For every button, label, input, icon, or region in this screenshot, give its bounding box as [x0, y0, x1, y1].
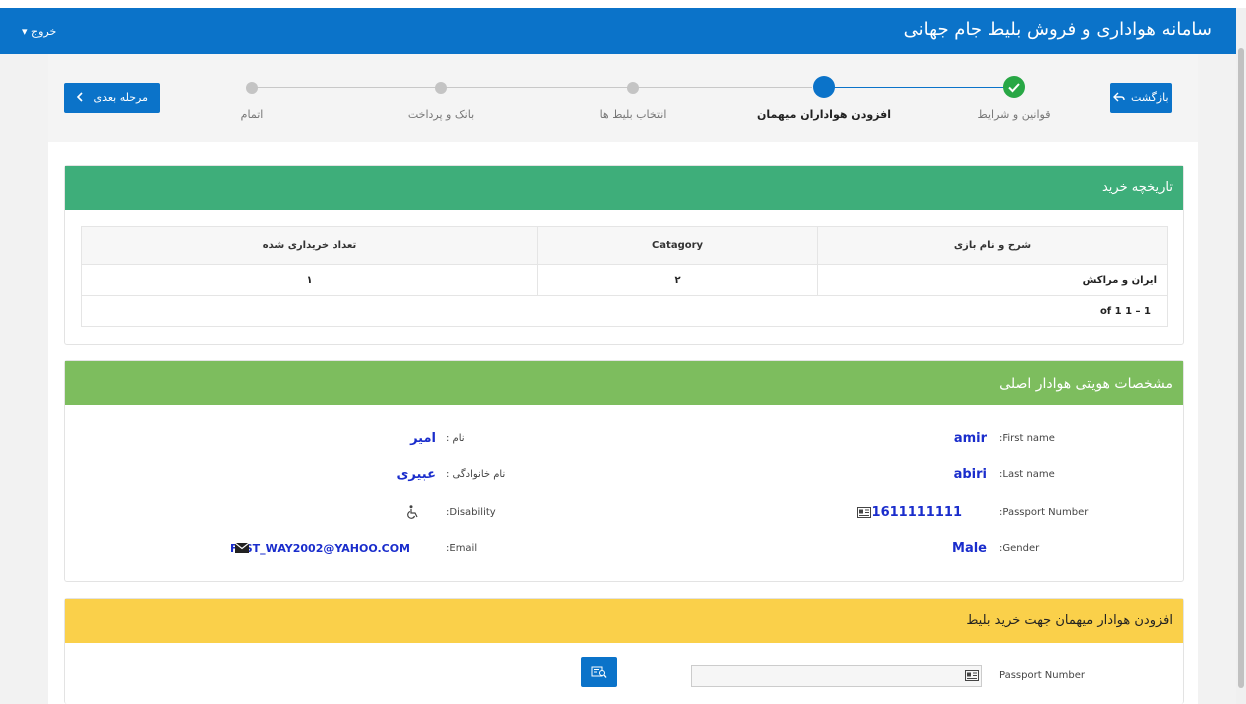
column-header-game[interactable]: شرح و نام بازی	[817, 226, 1168, 265]
email-label: :Email	[446, 543, 478, 554]
wheelchair-icon	[407, 505, 418, 519]
reply-icon	[1113, 92, 1126, 102]
add-guest-title: افزودن هوادار میهمان جهت خرید بلیط	[65, 599, 1183, 643]
id-card-icon	[857, 507, 871, 518]
identity-title: مشخصات هویتی هوادار اصلی	[65, 361, 1183, 405]
family-fa-label: نام خانوادگی :	[446, 469, 506, 480]
next-step-label: مرحله بعدی	[93, 91, 149, 104]
column-header-category[interactable]: Catagory	[537, 226, 818, 265]
app-header: سامانه هواداری و فروش بلیط جام جهانی خرو…	[0, 8, 1236, 54]
name-fa-value: امیر	[410, 431, 436, 446]
add-guest-card: افزودن هوادار میهمان جهت خرید بلیط	[64, 598, 1184, 704]
first-name-value: amir	[953, 431, 987, 446]
check-icon	[1008, 83, 1020, 93]
step-label-guests[interactable]: افزودن هواداران میهمان	[757, 108, 891, 121]
step-label-finish[interactable]: اتمام	[241, 108, 264, 121]
cell-game-name: ایران و مراکش	[817, 264, 1168, 296]
cell-count: ۱	[81, 264, 538, 296]
app-title: سامانه هواداری و فروش بلیط جام جهانی	[903, 19, 1212, 40]
stepper-track-complete	[826, 87, 1014, 88]
gender-value: Male	[952, 541, 987, 556]
email-value[interactable]: FAST_WAY2002@YAHOO.COM	[230, 542, 410, 555]
table-header-row: شرح و نام بازی Catagory تعداد خریداری شد…	[81, 226, 1168, 265]
back-button[interactable]: بازگشت	[1110, 83, 1172, 113]
column-header-count[interactable]: تعداد خریداری شده	[81, 226, 538, 265]
passport-label: :Passport Number	[999, 507, 1089, 518]
first-name-label: :First name	[999, 433, 1055, 444]
id-card-icon	[965, 670, 979, 681]
wizard-stepper	[48, 54, 1198, 142]
step-label-tickets[interactable]: انتخاب بلیط ها	[600, 108, 667, 121]
step-label-payment[interactable]: بانک و پرداخت	[408, 108, 474, 121]
next-step-button[interactable]: مرحله بعدی	[64, 83, 160, 113]
family-fa-value: عبیری	[396, 467, 437, 482]
search-id-icon	[591, 666, 607, 678]
last-name-label: :Last name	[999, 469, 1055, 480]
scrollbar-thumb[interactable]	[1238, 48, 1244, 688]
guest-passport-label: Passport Number	[999, 670, 1085, 681]
name-fa-label: نام :	[446, 433, 465, 444]
vertical-scrollbar[interactable]	[1236, 8, 1246, 704]
purchase-history-table: شرح و نام بازی Catagory تعداد خریداری شد…	[81, 226, 1168, 327]
envelope-icon	[235, 543, 249, 553]
window-edge	[1236, 0, 1246, 8]
table-row[interactable]: ایران و مراکش ۲ ۱	[81, 264, 1168, 296]
purchase-history-title: تاریخچه خرید	[65, 166, 1183, 210]
step-pending-dot-payment	[435, 82, 447, 94]
guest-passport-input[interactable]	[691, 665, 982, 687]
table-pager: 1 – 1 of 1	[81, 295, 1168, 327]
step-done-dot	[1003, 76, 1025, 98]
back-label: بازگشت	[1130, 91, 1169, 104]
disability-label: :Disability	[446, 507, 496, 518]
step-pending-dot-tickets	[627, 82, 639, 94]
step-label-terms[interactable]: قوانین و شرایط	[978, 108, 1051, 121]
gender-label: :Gender	[999, 543, 1040, 554]
step-active-dot	[813, 76, 835, 98]
chevron-left-icon	[76, 92, 83, 102]
guest-search-button[interactable]	[581, 657, 617, 687]
passport-value: 1611111111	[871, 505, 962, 520]
table-pager-row: 1 – 1 of 1	[81, 295, 1168, 327]
purchase-history-card: تاریخچه خرید شرح و نام بازی Catagory تعد…	[64, 165, 1184, 345]
logout-menu[interactable]: خروج ▾	[22, 25, 56, 38]
cell-category: ۲	[537, 264, 818, 296]
last-name-value: abiri	[953, 467, 987, 482]
stepper-track-pending	[252, 87, 812, 88]
step-pending-dot-finish	[246, 82, 258, 94]
